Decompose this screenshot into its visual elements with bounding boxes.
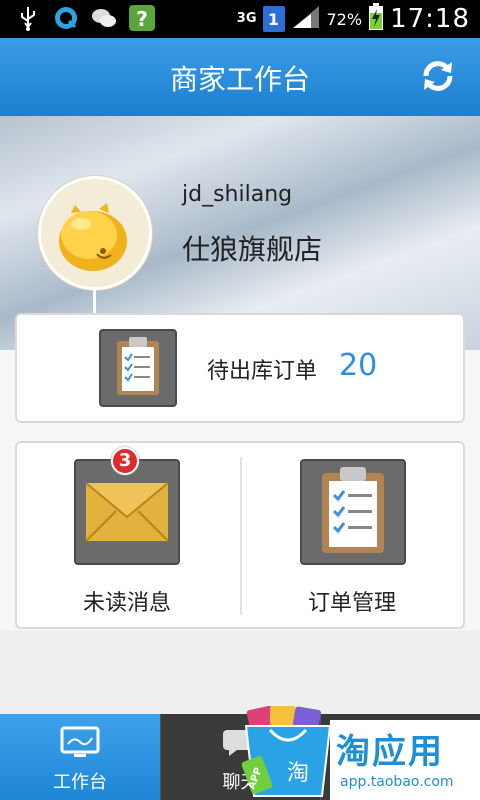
pending-orders-label: 待出库订单 <box>207 359 318 384</box>
wechat-icon <box>90 4 118 32</box>
refresh-button[interactable] <box>418 56 458 96</box>
battery-charging-icon <box>368 3 384 35</box>
order-clipboard-icon <box>300 459 406 565</box>
refresh-icon <box>423 61 453 91</box>
envelope-icon <box>74 459 180 565</box>
status-bar: ? 3G 1 72% 17:18 <box>0 0 480 38</box>
help-app-icon: ? <box>128 4 156 32</box>
avatar-connector <box>93 289 96 315</box>
page-title: 商家工作台 <box>169 63 310 96</box>
avatar[interactable] <box>38 176 152 290</box>
brand-url: app.taobao.com <box>340 774 454 790</box>
taobao-bag-icon[interactable]: 淘 APP <box>240 706 336 800</box>
notification-icons: ? <box>14 4 156 32</box>
svg-text:?: ? <box>136 7 148 31</box>
tab-workbench-label: 工作台 <box>53 772 107 793</box>
pending-orders-card[interactable]: 待出库订单 20 <box>15 313 465 423</box>
network-indicator: 3G <box>236 11 257 26</box>
sim-indicator: 1 <box>262 6 285 32</box>
taobao-bag-text: 淘 <box>287 761 309 786</box>
title-bar: 商家工作台 <box>0 38 480 116</box>
system-status: 3G 1 72% 17:18 <box>237 2 470 36</box>
username: jd_shilang <box>182 182 293 207</box>
taobao-app-brand[interactable]: 淘应用 app.taobao.com <box>330 720 480 800</box>
monitor-icon <box>60 726 100 757</box>
usb-icon <box>14 4 42 32</box>
order-management-button[interactable]: 订单管理 <box>242 443 463 627</box>
signal-icon <box>291 4 321 34</box>
unread-count-badge: 3 <box>111 447 139 475</box>
qq-browser-icon <box>52 4 80 32</box>
clipboard-icon <box>99 329 177 407</box>
battery-percent: 72% <box>326 9 363 29</box>
shop-name: 仕狼旗舰店 <box>182 233 323 266</box>
order-management-label: 订单管理 <box>307 591 396 616</box>
tab-workbench[interactable]: 工作台 <box>0 714 160 800</box>
actions-card: 3 未读消息 订单管理 <box>15 441 465 629</box>
pending-orders-count: 20 <box>339 348 378 383</box>
unread-messages-button[interactable]: 3 未读消息 <box>17 443 240 627</box>
avatar-mascot-icon <box>59 203 127 271</box>
brand-name: 淘应用 <box>336 732 444 772</box>
unread-messages-label: 未读消息 <box>82 591 171 616</box>
clock: 17:18 <box>390 4 470 34</box>
